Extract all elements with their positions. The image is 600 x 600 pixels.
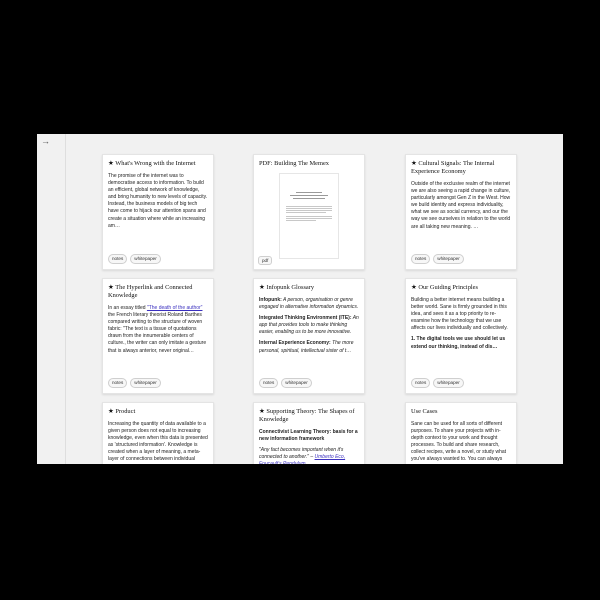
app-window: → ★ What's Wrong with the Internet The p… (37, 134, 563, 464)
card-use-cases[interactable]: Use Cases Sane can be used for all sorts… (405, 402, 517, 464)
card-title: ★ Our Guiding Principles (411, 284, 478, 291)
card-title: ★ Product (108, 408, 136, 415)
star-icon: ★ (108, 160, 114, 167)
tag-list: notes whitepaper (108, 378, 161, 388)
star-icon: ★ (259, 284, 265, 291)
tag-whitepaper[interactable]: whitepaper (281, 378, 312, 388)
tag-list: notes whitepaper (108, 254, 161, 264)
card-whats-wrong[interactable]: ★ What's Wrong with the Internet The pro… (102, 154, 214, 270)
tag-whitepaper[interactable]: whitepaper (433, 378, 464, 388)
card-guiding-principles[interactable]: ★ Our Guiding Principles Building a bett… (405, 278, 517, 394)
card-cultural-signals[interactable]: ★ Cultural Signals: The Internal Experie… (405, 154, 517, 270)
tag-whitepaper[interactable]: whitepaper (130, 254, 161, 264)
tag-notes[interactable]: notes (108, 254, 128, 264)
tag-whitepaper[interactable]: whitepaper (433, 254, 464, 264)
card-body: In an essay titled "The death of the aut… (108, 305, 207, 354)
card-body: Outside of the exclusive realm of the in… (411, 181, 511, 230)
card-supporting-theory[interactable]: ★ Supporting Theory: The Shapes of Knowl… (253, 402, 365, 464)
star-icon: ★ (411, 284, 417, 291)
star-icon: ★ (108, 284, 114, 291)
card-body: Sane can be used for all sorts of differ… (411, 421, 507, 464)
card-product[interactable]: ★ Product Increasing the quantity of dat… (102, 402, 214, 464)
card-body: Connectivist Learning Theory: basis for … (259, 429, 359, 464)
card-title: PDF: Building The Memex (259, 160, 330, 167)
tag-list: notes whitepaper (411, 254, 464, 264)
card-body: Infopunk: A person, organisation or genr… (259, 297, 359, 354)
card-pdf-memex[interactable]: PDF: Building The Memex pdf (253, 154, 365, 270)
expand-sidebar-icon[interactable]: → (41, 136, 50, 146)
tag-whitepaper[interactable]: whitepaper (130, 378, 161, 388)
tag-notes[interactable]: notes (108, 378, 128, 388)
card-title: ★ Infopunk Glossary (259, 284, 315, 291)
tag-notes[interactable]: notes (259, 378, 279, 388)
pdf-badge: pdf (258, 256, 273, 265)
card-title: Use Cases (411, 408, 438, 415)
tag-list: notes whitepaper (259, 378, 312, 388)
star-icon: ★ (411, 160, 417, 167)
card-body: Building a better internet means buildin… (411, 297, 508, 350)
star-icon: ★ (259, 408, 265, 415)
pdf-thumbnail (279, 173, 339, 259)
essay-link[interactable]: "The death of the author" (147, 305, 203, 311)
card-title: ★ Supporting Theory: The Shapes of Knowl… (259, 408, 355, 423)
card-body: The promise of the internet was to democ… (108, 173, 208, 229)
card-body: Increasing the quantity of data availabl… (108, 421, 208, 464)
card-title: ★ Cultural Signals: The Internal Experie… (411, 160, 495, 175)
card-title: ★ The Hyperlink and Connected Knowledge (108, 284, 193, 299)
sidebar: → (37, 134, 66, 464)
card-title: ★ What's Wrong with the Internet (108, 160, 196, 167)
star-icon: ★ (108, 408, 114, 415)
tag-notes[interactable]: notes (411, 254, 431, 264)
tag-list: notes whitepaper (411, 378, 464, 388)
card-hyperlink[interactable]: ★ The Hyperlink and Connected Knowledge … (102, 278, 214, 394)
tag-notes[interactable]: notes (411, 378, 431, 388)
card-infopunk-glossary[interactable]: ★ Infopunk Glossary Infopunk: A person, … (253, 278, 365, 394)
